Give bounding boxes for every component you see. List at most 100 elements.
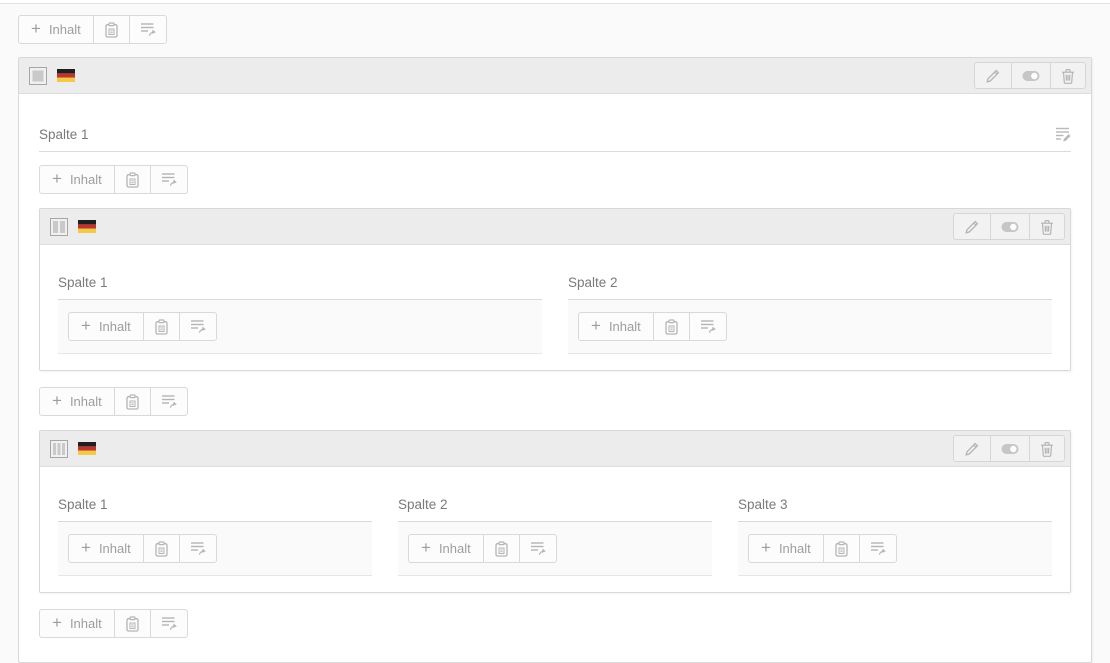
pencil-icon: [964, 219, 980, 235]
toggle-visibility-button[interactable]: [990, 213, 1030, 240]
add-content-button[interactable]: + Inhalt: [748, 534, 824, 563]
paste-clipboard-button[interactable]: [114, 387, 151, 416]
german-flag-icon: [78, 442, 96, 455]
add-content-label: Inhalt: [609, 319, 641, 334]
content-toolbar: + Inhalt: [68, 534, 217, 563]
plus-icon: +: [52, 614, 62, 631]
add-content-button[interactable]: + Inhalt: [578, 312, 654, 341]
new-content-record-icon: [700, 319, 716, 334]
edit-button[interactable]: [953, 213, 991, 240]
column-title: Spalte 2: [398, 497, 712, 521]
new-record-button[interactable]: [150, 387, 188, 416]
new-content-record-icon: [530, 541, 546, 556]
clipboard-paste-icon: [834, 541, 849, 557]
new-content-record-icon: [140, 22, 156, 37]
visibility-toggle-icon: [1022, 70, 1040, 82]
add-content-button[interactable]: + Inhalt: [39, 387, 115, 416]
trash-icon: [1040, 219, 1054, 235]
clipboard-paste-icon: [125, 172, 140, 188]
paste-clipboard-button[interactable]: [143, 312, 180, 341]
column-title: Spalte 1: [39, 127, 89, 142]
content-column: Spalte 1 + Inhalt: [58, 497, 372, 576]
new-record-button[interactable]: [150, 609, 188, 638]
two-column-layout-icon: [50, 218, 68, 236]
paste-clipboard-button[interactable]: [823, 534, 860, 563]
column-dropzone: + Inhalt: [568, 299, 1052, 354]
new-content-record-icon: [161, 616, 177, 631]
delete-button[interactable]: [1050, 62, 1086, 89]
clipboard-paste-icon: [154, 541, 169, 557]
new-content-record-icon: [190, 319, 206, 334]
add-content-button[interactable]: + Inhalt: [18, 15, 94, 44]
add-content-button[interactable]: + Inhalt: [68, 312, 144, 341]
edit-button[interactable]: [974, 62, 1012, 89]
one-column-layout-icon: [29, 67, 47, 85]
new-record-button[interactable]: [150, 165, 188, 194]
delete-button[interactable]: [1029, 213, 1065, 240]
grid-container-two-columns: Spalte 1 + Inhalt: [39, 208, 1071, 371]
plus-icon: +: [421, 539, 431, 556]
new-record-button[interactable]: [859, 534, 897, 563]
plus-icon: +: [81, 317, 91, 334]
plus-icon: +: [761, 539, 771, 556]
clipboard-paste-icon: [664, 319, 679, 335]
add-content-label: Inhalt: [779, 541, 811, 556]
add-content-button[interactable]: + Inhalt: [39, 609, 115, 638]
new-record-button[interactable]: [689, 312, 727, 341]
paste-clipboard-button[interactable]: [483, 534, 520, 563]
add-content-label: Inhalt: [70, 394, 102, 409]
new-content-record-icon: [190, 541, 206, 556]
column-title: Spalte 2: [568, 275, 1052, 299]
edit-button[interactable]: [953, 435, 991, 462]
column-dropzone: + Inhalt: [738, 521, 1052, 576]
content-toolbar: + Inhalt: [39, 387, 188, 416]
clipboard-paste-icon: [125, 616, 140, 632]
three-column-layout-icon: [50, 440, 68, 458]
visibility-toggle-icon: [1001, 443, 1019, 455]
plus-icon: +: [591, 317, 601, 334]
content-column: Spalte 1 + Inhalt: [58, 275, 542, 354]
trash-icon: [1040, 441, 1054, 457]
new-record-button[interactable]: [129, 15, 167, 44]
clipboard-paste-icon: [154, 319, 169, 335]
delete-button[interactable]: [1029, 435, 1065, 462]
toggle-visibility-button[interactable]: [990, 435, 1030, 462]
container-body: Spalte 1 + Inhalt: [40, 467, 1070, 592]
container-header[interactable]: [40, 431, 1070, 467]
paste-clipboard-button[interactable]: [143, 534, 180, 563]
content-toolbar: + Inhalt: [68, 312, 217, 341]
add-content-button[interactable]: + Inhalt: [68, 534, 144, 563]
clipboard-paste-icon: [125, 394, 140, 410]
container-body: Spalte 1 + Inhalt: [19, 94, 1091, 662]
edit-column-button[interactable]: [1055, 126, 1071, 142]
paste-clipboard-button[interactable]: [114, 609, 151, 638]
add-content-label: Inhalt: [99, 319, 131, 334]
new-record-button[interactable]: [179, 534, 217, 563]
content-column: Spalte 2 + Inhalt: [398, 497, 712, 576]
add-content-button[interactable]: + Inhalt: [39, 165, 115, 194]
edit-record-icon: [1055, 126, 1071, 142]
new-record-button[interactable]: [519, 534, 557, 563]
german-flag-icon: [57, 69, 75, 82]
content-toolbar-top: + Inhalt: [18, 15, 167, 44]
container-header[interactable]: [19, 58, 1091, 94]
content-editor-page: + Inhalt: [0, 4, 1110, 663]
new-record-button[interactable]: [179, 312, 217, 341]
add-content-button[interactable]: + Inhalt: [408, 534, 484, 563]
trash-icon: [1061, 68, 1075, 84]
container-actions: [953, 213, 1065, 240]
paste-clipboard-button[interactable]: [114, 165, 151, 194]
paste-clipboard-button[interactable]: [653, 312, 690, 341]
column-dropzone: + Inhalt: [398, 521, 712, 576]
column-dropzone: + Inhalt: [58, 521, 372, 576]
content-toolbar: + Inhalt: [748, 534, 897, 563]
add-content-label: Inhalt: [439, 541, 471, 556]
content-column: Spalte 3 + Inhalt: [738, 497, 1052, 576]
content-toolbar-bottom: + Inhalt: [39, 609, 188, 638]
paste-clipboard-button[interactable]: [93, 15, 130, 44]
new-content-record-icon: [161, 394, 177, 409]
container-actions: [974, 62, 1086, 89]
container-header[interactable]: [40, 209, 1070, 245]
toggle-visibility-button[interactable]: [1011, 62, 1051, 89]
clipboard-paste-icon: [104, 22, 119, 38]
